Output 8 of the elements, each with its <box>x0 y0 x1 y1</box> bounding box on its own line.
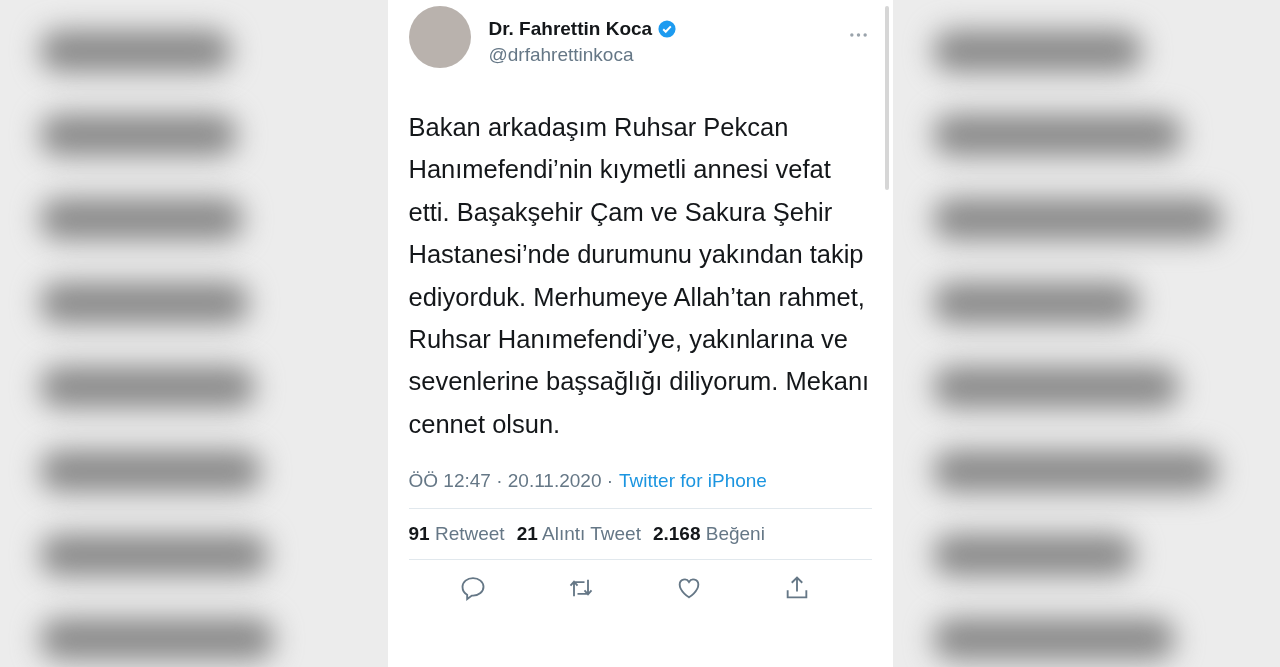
engagement-count[interactable]: 2.168 Beğeni <box>652 523 765 546</box>
tweet-text: Bakan arkadaşım Ruhsar Pekcan Hanımefendi’nin kıymetli annesi vefat etti. Başakşehir Çam ve Sakura Şehir Hastanesi’nde durumunu yakından takip ediyorduk. Merhumeye Allah’tan rahmet, Ruhsar Hanımefendi’ye, yakınlarına ve sevenlerine başsağlığı diliyorum. Mekanı cennet olsun. <box>408 112 871 440</box>
author-name[interactable]: Dr. Fahrettin Koca <box>488 18 653 40</box>
tweet-timestamp: ÖÖ 12:47 · 20.11.2020 · <box>408 470 614 493</box>
more-icon[interactable] <box>848 32 868 38</box>
engagement-count[interactable]: 21 Alıntı Tweet <box>516 523 641 546</box>
author-handle[interactable]: @drfahrettinkoca <box>488 44 831 66</box>
engagement-count[interactable]: 91 Retweet <box>408 523 505 546</box>
